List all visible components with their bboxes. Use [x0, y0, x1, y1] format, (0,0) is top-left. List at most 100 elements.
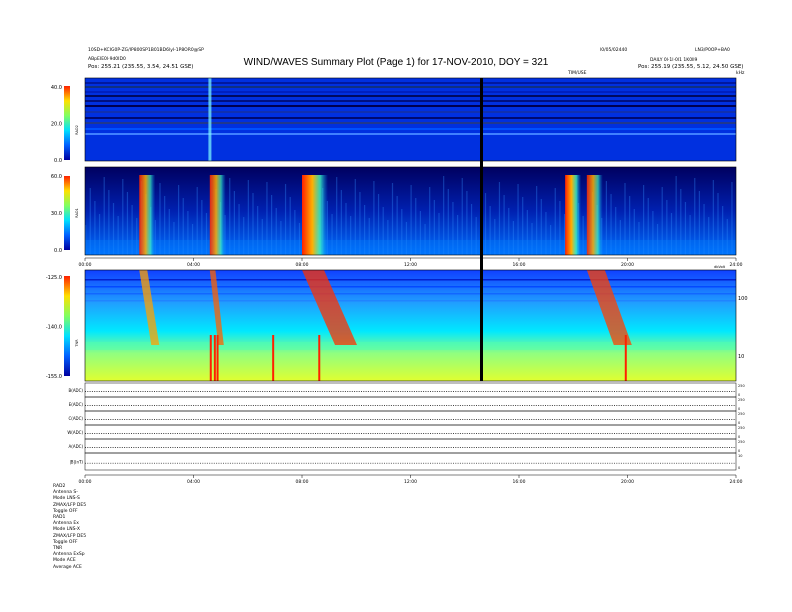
axis-tick-label: 60.0 — [51, 174, 62, 180]
line-panel-label: B(ADC) — [69, 388, 84, 393]
line-panel-range-low: 0 — [738, 407, 740, 411]
summary-plot: 00:00 00:00 04:00 04:00 08:00 08:00 12:00 12:00… — [46, 77, 748, 485]
line-panel-range-high: 250 — [738, 384, 745, 388]
rad2-band — [85, 111, 736, 113]
time-tick-label: 08:00 — [296, 479, 309, 485]
line-panel-range-low: 0 — [738, 421, 740, 425]
tnr-line — [85, 300, 736, 302]
time-tick-label: 16:00 — [513, 262, 526, 268]
footer-setting: RAD1 — [53, 515, 66, 520]
rad2-panel — [64, 77, 737, 162]
footer-setting: TNR — [53, 546, 63, 551]
footer-setting: Average ACE — [53, 564, 82, 570]
rad2-colorbar — [64, 86, 70, 160]
tnr-line — [85, 279, 736, 281]
line-panel-frame — [84, 382, 737, 398]
time-tick-label: 16:00 — [513, 479, 526, 485]
rad1-burst — [302, 175, 328, 255]
rad2-band — [85, 95, 736, 97]
line-panel-range-low: 0 — [738, 435, 740, 439]
rad1-burst — [565, 175, 582, 255]
line-panel-frame — [84, 452, 737, 471]
line-panel-label: |B|(nT) — [69, 460, 83, 465]
rad2-band — [85, 122, 736, 124]
tnr-right-label: dbVolt — [714, 265, 726, 269]
time-tick-label: 20:00 — [621, 262, 634, 268]
rad1-burst — [586, 175, 603, 255]
footer-setting: Antenna ExSp — [53, 552, 85, 558]
rad1-panel — [64, 166, 737, 256]
rad1-colorbar — [64, 176, 70, 250]
line-panel-label: W(ADC) — [67, 430, 83, 435]
tnr-panel — [64, 269, 737, 382]
time-tick-label: 24:00 — [730, 262, 743, 268]
data-gap — [480, 78, 483, 381]
axis-tick-label: -155.0 — [46, 374, 62, 380]
time-tick-label: 12:00 — [404, 479, 417, 485]
axis-tick-label: -140.0 — [46, 325, 62, 331]
line-panel-range-high: 10 — [738, 454, 742, 458]
tnr-spike — [272, 335, 275, 381]
line-panel-label: E(ADC) — [69, 402, 84, 407]
tnr-spike — [216, 335, 219, 381]
line-panel-frame — [84, 424, 737, 440]
line-panel-range-low: 0 — [738, 449, 740, 453]
time-tick-label: 04:00 — [187, 479, 200, 485]
tnr-line — [85, 286, 736, 288]
line-panel-range-low: 0 — [738, 466, 740, 470]
tnr-spike — [213, 335, 216, 381]
rad2-band — [85, 117, 736, 119]
time-tick-label: 12:00 — [404, 262, 417, 268]
line-panel-range-high: 250 — [738, 412, 745, 416]
rad2-band — [85, 86, 736, 88]
footer-setting: ZMAX/LFP DE5 — [53, 533, 87, 539]
rad1-burst — [139, 175, 156, 255]
time-tick-label: 00:00 — [79, 262, 92, 268]
rad2-band — [85, 128, 736, 130]
rad2-burst — [208, 78, 212, 161]
tnr-spike — [318, 335, 321, 381]
footer-setting: Toggle OFF — [53, 508, 78, 514]
time-tick-label: 00:00 — [79, 479, 92, 485]
line-panel-frame — [84, 438, 737, 454]
time-tick-label: 08:00 — [296, 262, 309, 268]
tnr-right-tick: 100 — [738, 296, 748, 302]
tnr-band — [85, 342, 736, 350]
axis-tick-label: 0.0 — [54, 158, 62, 164]
time-tick-label: 20:00 — [621, 479, 634, 485]
tnr-colorbar — [64, 276, 70, 376]
line-panel-label: A(ADC) — [69, 444, 84, 449]
panel-label: TNR — [75, 339, 79, 348]
rad1-burst — [209, 175, 226, 255]
line-panel-range-high: 250 — [738, 440, 745, 444]
axis-tick-label: 0.0 — [54, 248, 62, 254]
line-panel-range-high: 250 — [738, 426, 745, 430]
rad1-floor — [85, 240, 736, 255]
time-tick-label: 04:00 — [187, 262, 200, 268]
time-tick-label: 24:00 — [730, 479, 743, 485]
footer-setting: Antenna Ex — [53, 521, 79, 527]
footer-setting: Antenna S- — [53, 490, 78, 496]
line-panel-range-high: 250 — [738, 398, 745, 402]
rad2-band — [85, 82, 736, 84]
line-panel-label: C(ADC) — [68, 416, 83, 421]
line-panel-frame — [84, 410, 737, 426]
tnr-spike — [624, 335, 627, 381]
rad2-band — [85, 100, 736, 102]
line-panel-range-low: 0 — [738, 393, 740, 397]
tnr-spike — [209, 335, 212, 381]
rad2-band — [85, 133, 736, 135]
footer-setting: Mode LNS-S — [53, 496, 80, 502]
panel-label: RAD2 — [75, 125, 79, 135]
footer-setting: Mode LNS-X — [53, 527, 80, 533]
footer-setting: ZMAX/LFP DE5 — [53, 502, 87, 508]
footer-setting: Mode ACE — [53, 558, 76, 564]
axis-tick-label: -125.0 — [46, 275, 62, 281]
tnr-line — [85, 293, 736, 295]
axis-tick-label: 40.0 — [51, 85, 62, 91]
footer-setting: Toggle OFF — [53, 539, 78, 545]
rad2-band — [85, 105, 736, 107]
rad2-band — [85, 91, 736, 93]
panel-label: RAD1 — [75, 208, 79, 218]
line-panel-frame — [84, 396, 737, 412]
